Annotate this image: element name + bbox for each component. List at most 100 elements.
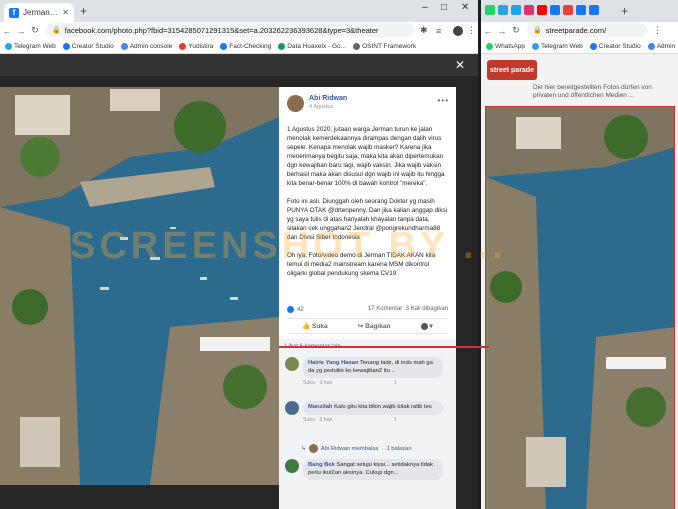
post-paragraph: 1 Agustus 2020, jutaan warga Jerman turu… (287, 126, 445, 187)
post-paragraph: Foto ini asli. Diunggah oleh seorang Dok… (287, 198, 448, 241)
comment-bubble: Manzilah Kalo gitu kita bikin wajib tola… (303, 401, 443, 415)
avatar[interactable] (285, 401, 299, 415)
url-text: facebook.com/photo.php?fbid=315428507129… (64, 25, 379, 35)
instagram-icon[interactable] (524, 5, 534, 15)
author-avatar[interactable] (287, 95, 304, 112)
comment-meta: Suka · 3 hari 1 (303, 380, 397, 386)
aerial-crowd-image (0, 87, 279, 485)
facebook-icon[interactable] (589, 5, 599, 15)
comparison-line (279, 346, 489, 348)
bookmark-item[interactable]: Telegram Web (5, 42, 56, 50)
profile-avatar[interactable] (453, 25, 463, 36)
more-icon[interactable]: ⋮ (653, 25, 662, 36)
more-options-icon[interactable]: ••• (438, 96, 449, 105)
bookmark-label: Admin (656, 42, 676, 50)
page-intro-text: Die hier bereitgestellten Fotos dürfen v… (533, 84, 652, 99)
forward-icon[interactable]: → (495, 26, 509, 36)
bookmark-label: Telegram Web (14, 42, 56, 50)
share-count[interactable]: 3 Kali dibagikan (406, 306, 448, 312)
bookmark-item[interactable]: Admin console (120, 42, 173, 50)
address-bar[interactable]: 🔒 facebook.com/photo.php?fbid=3154285071… (46, 23, 414, 37)
bookmark-item[interactable]: Telegram Web (532, 42, 583, 50)
facebook-icon[interactable] (576, 5, 586, 15)
more-icon[interactable]: ⋮ (467, 25, 476, 36)
comment-author[interactable]: Manzilah (308, 404, 332, 410)
reaction-count-wrap[interactable]: 42 (287, 306, 304, 313)
gmail-icon[interactable] (563, 5, 573, 15)
reload-icon[interactable]: ↻ (509, 25, 523, 36)
post-date[interactable]: 4 Agustus (309, 104, 347, 110)
bookmark-label: Creator Studio (71, 42, 114, 50)
comments-section: Lihat 6 komentar lain Hairie Yang Hasan … (279, 339, 456, 509)
post-author[interactable]: Abi Ridwan (309, 95, 347, 102)
thumbs-up-icon: 👍 (302, 323, 311, 330)
new-tab-icon[interactable]: + (80, 4, 87, 18)
comment-count[interactable]: 17 Komentar (368, 306, 402, 312)
minimize-icon[interactable]: – (422, 2, 428, 13)
comment-time[interactable]: 3 hari (319, 417, 332, 423)
comment-time[interactable]: 3 hari (319, 380, 332, 386)
address-bar[interactable]: 🔒 streetparade.com/ (527, 23, 647, 37)
telegram-icon[interactable] (498, 5, 508, 15)
google-icon (120, 42, 128, 50)
back-icon[interactable]: ← (481, 26, 495, 36)
share-label: Bagikan (365, 323, 391, 330)
telegram-icon (5, 42, 12, 50)
lock-icon: 🔒 (52, 27, 61, 34)
replies-link[interactable]: ↳ Abi Ridwan membalas · 1 balasan (301, 444, 412, 453)
bookmark-item[interactable]: WhatsApp (486, 42, 525, 50)
window-close-icon[interactable]: ✕ (461, 2, 469, 13)
bookmark-item[interactable]: Yudistira (179, 42, 213, 50)
comment-author[interactable]: Bang Bek (308, 462, 335, 468)
close-theater-icon[interactable]: ✕ (455, 58, 465, 72)
youtube-icon[interactable] (537, 5, 547, 15)
extensions-icon[interactable]: ✱ (420, 25, 428, 36)
bookmark-item[interactable]: Data Hoaxelx - Go... (278, 42, 347, 50)
menu-icon[interactable]: ≡ (436, 26, 441, 36)
comment-like-link[interactable]: Suka (303, 417, 315, 423)
share-button[interactable]: ↪ Bagikan (358, 322, 391, 330)
comment-author[interactable]: Hairie Yang Hasan (308, 360, 358, 366)
bookmark-label: Creator Studio (598, 42, 641, 50)
back-icon[interactable]: ← (0, 26, 14, 36)
google-icon (647, 42, 655, 50)
bookmark-label: Telegram Web (541, 42, 583, 50)
bookmark-item[interactable]: Admin (647, 42, 676, 50)
street-parade-photo[interactable] (485, 106, 675, 509)
post-actions: 👍 Suka ↪ Bagikan ▾ (287, 318, 448, 334)
close-icon[interactable]: ✕ (62, 8, 69, 17)
globe-icon (353, 42, 361, 50)
whatsapp-icon[interactable] (485, 5, 495, 15)
bookmark-label: Admin console (129, 42, 173, 50)
audience-selector[interactable]: ▾ (420, 322, 433, 330)
bookmark-label: OSINT Framework (362, 42, 417, 50)
tab-bar: f Jerman - 1 Agustus 2020 ... ✕ + – □ ✕ (0, 0, 478, 22)
forward-icon[interactable]: → (14, 26, 28, 36)
reply-arrow-icon: ↳ (301, 445, 306, 452)
facebook-header-dimmed (0, 54, 478, 76)
bookmark-item[interactable]: Creator Studio (62, 42, 114, 50)
comment-item: Hairie Yang Hasan Tenang tadz, di indo m… (285, 357, 443, 386)
site-logo[interactable]: street parade (487, 60, 537, 80)
bookmark-item[interactable]: Fact-Checking (220, 42, 271, 50)
tab-facebook-photo[interactable]: f Jerman - 1 Agustus 2020 ... ✕ (4, 3, 74, 22)
like-button[interactable]: 👍 Suka (302, 322, 327, 330)
post-photo[interactable] (0, 87, 279, 485)
reaction-summary: 42 17 Komentar 3 Kali dibagikan (287, 306, 448, 313)
bookmark-item[interactable]: Creator Studio (589, 42, 641, 50)
maximize-icon[interactable]: □ (441, 2, 447, 13)
avatar[interactable] (285, 459, 299, 473)
like-label: Suka (312, 323, 328, 330)
photo-theater: ✕ Abi Ridwan 4 Agustus ••• 1 Agustus 202… (0, 54, 478, 509)
comment-like-link[interactable]: Suka (303, 380, 315, 386)
reload-icon[interactable]: ↻ (28, 25, 42, 36)
bookmark-label: Data Hoaxelx - Go... (287, 42, 347, 50)
twitter-icon[interactable] (511, 5, 521, 15)
facebook-icon[interactable] (550, 5, 560, 15)
share-icon: ↪ (357, 323, 364, 330)
post-header: Abi Ridwan 4 Agustus (287, 95, 347, 112)
bookmark-item[interactable]: OSINT Framework (353, 42, 417, 50)
new-tab-icon[interactable]: + (621, 4, 628, 18)
avatar[interactable] (285, 357, 299, 371)
comment-item: Bang Bek Sangat setuju kiyai... setidakn… (285, 459, 443, 480)
